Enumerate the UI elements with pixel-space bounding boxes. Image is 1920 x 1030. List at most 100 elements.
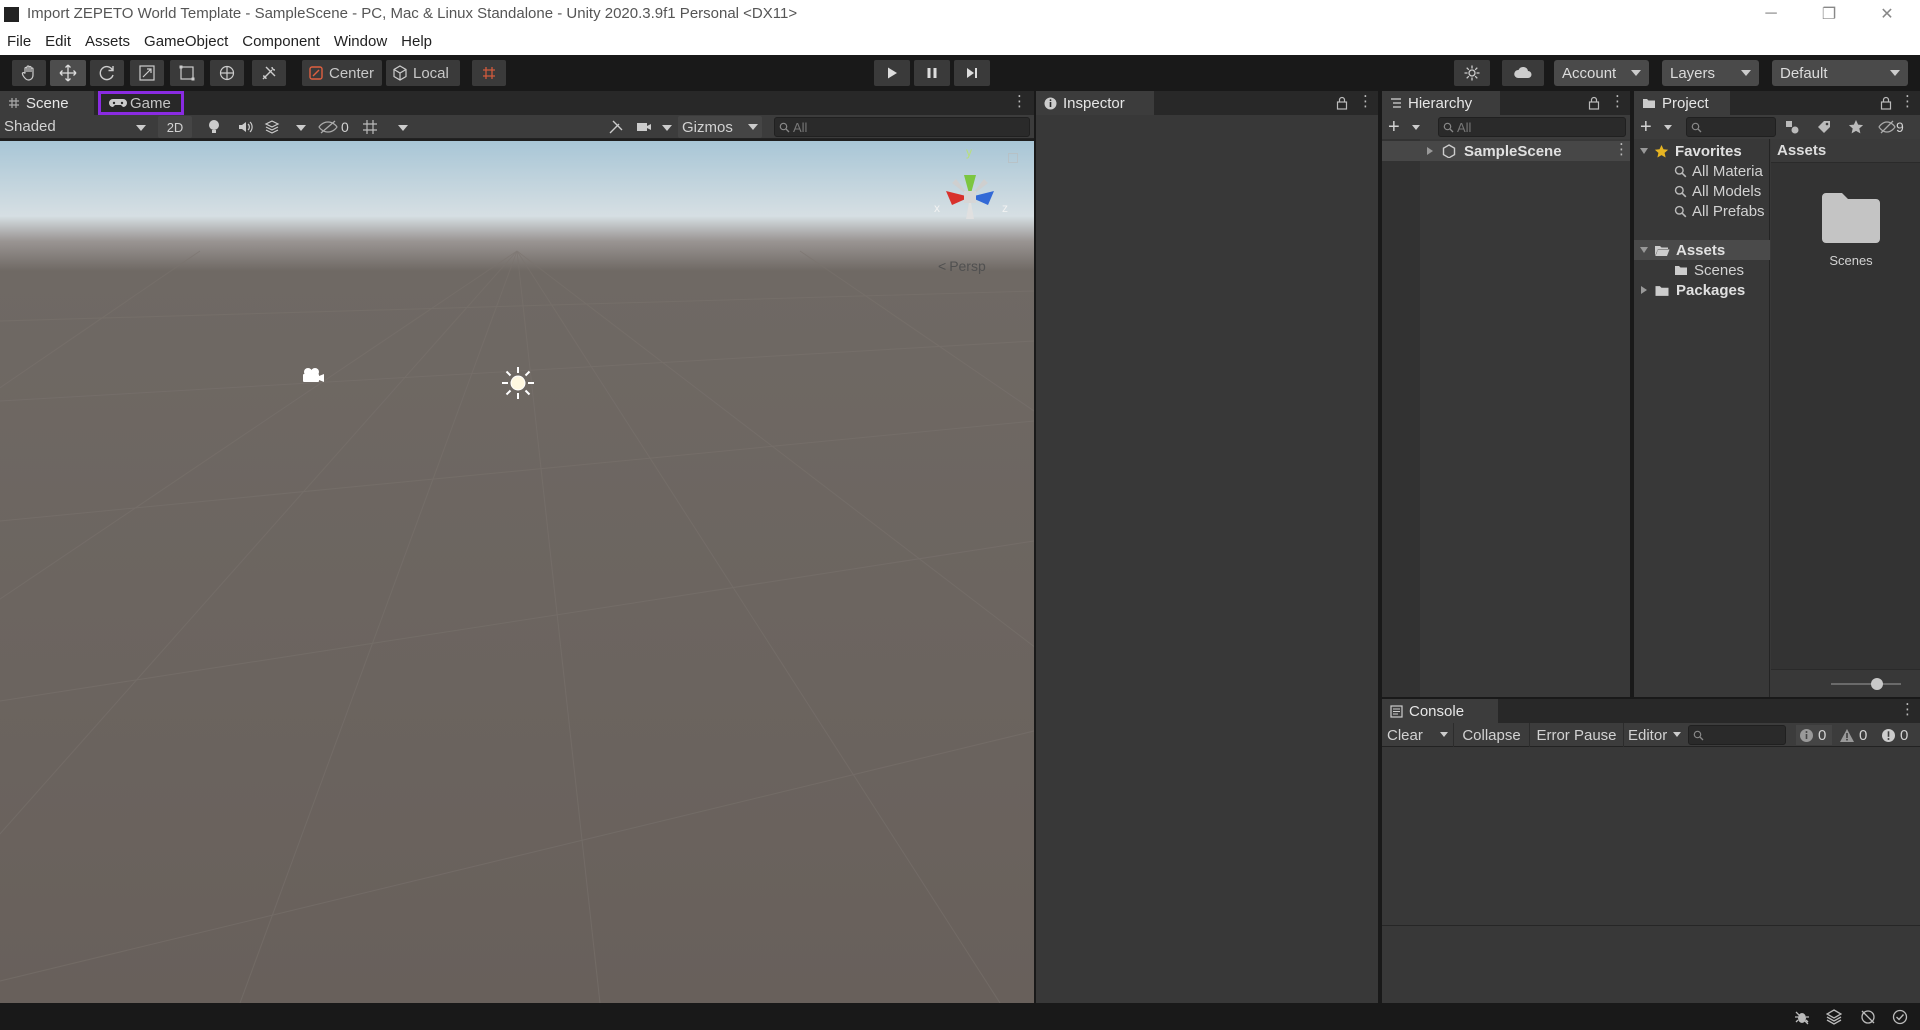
search-by-type-button[interactable]: [1784, 119, 1800, 135]
grid-snap-button[interactable]: [472, 60, 506, 86]
tab-project[interactable]: Project: [1634, 91, 1730, 115]
gizmo-lock-icon[interactable]: [1008, 153, 1018, 163]
transform-tool-button[interactable]: [210, 60, 244, 86]
scene-viewport[interactable]: y x z < Persp: [0, 141, 1034, 1003]
effects-dropdown[interactable]: [264, 117, 308, 137]
shading-mode-dropdown[interactable]: Shaded: [4, 118, 150, 137]
hidden-packages-toggle[interactable]: 9: [1878, 119, 1904, 135]
menu-component[interactable]: Component: [242, 33, 320, 50]
rect-tool-button[interactable]: [170, 60, 204, 86]
tab-inspector[interactable]: Inspector: [1036, 91, 1154, 115]
menu-window[interactable]: Window: [334, 33, 387, 50]
tree-item-all-models[interactable]: All Models: [1674, 182, 1761, 200]
search-by-label-button[interactable]: [1816, 119, 1832, 135]
panel-menu-kebab-icon[interactable]: ⋮: [1900, 702, 1915, 717]
step-button[interactable]: [954, 60, 990, 86]
scene-search-input[interactable]: All: [774, 117, 1030, 137]
menu-edit[interactable]: Edit: [45, 33, 71, 50]
icon-size-slider-thumb[interactable]: [1871, 678, 1883, 690]
minimize-button[interactable]: ─: [1742, 0, 1800, 28]
gizmos-dropdown[interactable]: Gizmos: [678, 116, 762, 138]
console-search-input[interactable]: [1688, 725, 1786, 745]
network-off-icon[interactable]: [1860, 1009, 1876, 1025]
cloud-button[interactable]: [1502, 60, 1544, 86]
panel-menu-kebab-icon[interactable]: ⋮: [1358, 94, 1373, 109]
pivot-space-toggle[interactable]: Local: [386, 60, 460, 86]
eye-slash-icon: [318, 120, 338, 134]
menu-assets[interactable]: Assets: [85, 33, 130, 50]
tab-scene[interactable]: Scene: [0, 91, 94, 115]
panel-menu-kebab-icon[interactable]: ⋮: [1012, 94, 1027, 109]
lock-icon[interactable]: [1588, 96, 1600, 110]
splitter[interactable]: [1382, 697, 1920, 699]
menu-file[interactable]: File: [7, 33, 31, 50]
lock-icon[interactable]: [1880, 96, 1892, 110]
error-pause-toggle[interactable]: Error Pause: [1530, 723, 1624, 747]
directional-light-gizmo[interactable]: [500, 365, 536, 401]
grid-dropdown[interactable]: [362, 117, 410, 137]
tree-item-all-materials[interactable]: All Materia: [1674, 162, 1763, 180]
tree-packages[interactable]: Packages: [1640, 281, 1745, 299]
tree-item-scenes[interactable]: Scenes: [1674, 261, 1744, 279]
orientation-gizmo[interactable]: y x z: [930, 145, 1014, 235]
audio-toggle[interactable]: [232, 117, 260, 137]
error-filter-toggle[interactable]: 0: [1878, 725, 1918, 745]
log-filter-toggle[interactable]: 0: [1796, 725, 1832, 745]
menu-gameobject[interactable]: GameObject: [144, 33, 228, 50]
tree-item-all-prefabs[interactable]: All Prefabs: [1674, 202, 1765, 220]
panel-menu-kebab-icon[interactable]: ⋮: [1610, 94, 1625, 109]
projection-toggle[interactable]: < Persp: [938, 258, 986, 274]
tab-game[interactable]: Game: [98, 91, 184, 115]
camera-settings-dropdown[interactable]: [636, 117, 674, 137]
project-search-input[interactable]: [1686, 117, 1776, 137]
debug-bug-icon[interactable]: [1794, 1009, 1810, 1025]
breadcrumb-assets[interactable]: Assets: [1777, 142, 1826, 159]
splitter[interactable]: [1378, 91, 1382, 1003]
tab-console[interactable]: Console: [1382, 699, 1498, 723]
play-button[interactable]: [874, 60, 910, 86]
project-create-button[interactable]: +: [1640, 116, 1674, 138]
hierarchy-search-input[interactable]: All: [1438, 117, 1626, 137]
rotate-tool-button[interactable]: [90, 60, 124, 86]
tab-hierarchy[interactable]: Hierarchy: [1382, 91, 1500, 115]
collab-button[interactable]: [1454, 60, 1490, 86]
lighting-toggle[interactable]: [200, 117, 228, 137]
account-dropdown[interactable]: Account: [1554, 60, 1649, 86]
scene-row-kebab-icon[interactable]: ⋮: [1614, 142, 1629, 157]
icon-size-slider-track[interactable]: [1831, 683, 1901, 685]
console-log-list[interactable]: [1382, 747, 1920, 925]
tree-assets[interactable]: Assets: [1634, 240, 1770, 260]
grid-item-scenes[interactable]: Scenes: [1795, 191, 1899, 281]
lock-icon[interactable]: [1336, 96, 1348, 110]
check-circle-icon[interactable]: [1892, 1009, 1908, 1025]
hierarchy-create-button[interactable]: +: [1388, 116, 1422, 138]
hierarchy-scene-row[interactable]: SampleScene ⋮: [1382, 141, 1630, 161]
clear-button[interactable]: Clear: [1382, 723, 1454, 747]
tree-favorites[interactable]: Favorites: [1640, 142, 1742, 160]
menu-help[interactable]: Help: [401, 33, 432, 50]
editor-target-dropdown[interactable]: Editor: [1624, 723, 1684, 747]
layers-dropdown[interactable]: Layers: [1662, 60, 1759, 86]
warning-filter-toggle[interactable]: 0: [1836, 725, 1874, 745]
camera-gizmo[interactable]: [300, 366, 326, 386]
2d-mode-toggle[interactable]: 2D: [158, 116, 192, 138]
scene-tools-button[interactable]: [604, 117, 628, 137]
splitter[interactable]: [1630, 91, 1634, 697]
pause-button[interactable]: [914, 60, 950, 86]
favorites-button[interactable]: [1848, 119, 1864, 135]
custom-tools-button[interactable]: [252, 60, 286, 86]
restore-button[interactable]: ❐: [1800, 0, 1858, 28]
hand-tool-button[interactable]: [12, 60, 46, 86]
hidden-objects-toggle[interactable]: 0: [318, 117, 358, 137]
scale-tool-button[interactable]: [130, 60, 164, 86]
layers-stack-icon[interactable]: [1826, 1009, 1842, 1025]
chevron-right-icon[interactable]: [1426, 146, 1434, 156]
collapse-toggle[interactable]: Collapse: [1454, 723, 1530, 747]
close-button[interactable]: ✕: [1858, 0, 1916, 28]
layout-dropdown[interactable]: Default: [1772, 60, 1908, 86]
splitter[interactable]: [1034, 91, 1036, 1003]
panel-menu-kebab-icon[interactable]: ⋮: [1900, 94, 1915, 109]
info-icon: [1044, 97, 1057, 109]
pivot-center-toggle[interactable]: Center: [302, 60, 382, 86]
move-tool-button[interactable]: [50, 60, 86, 86]
